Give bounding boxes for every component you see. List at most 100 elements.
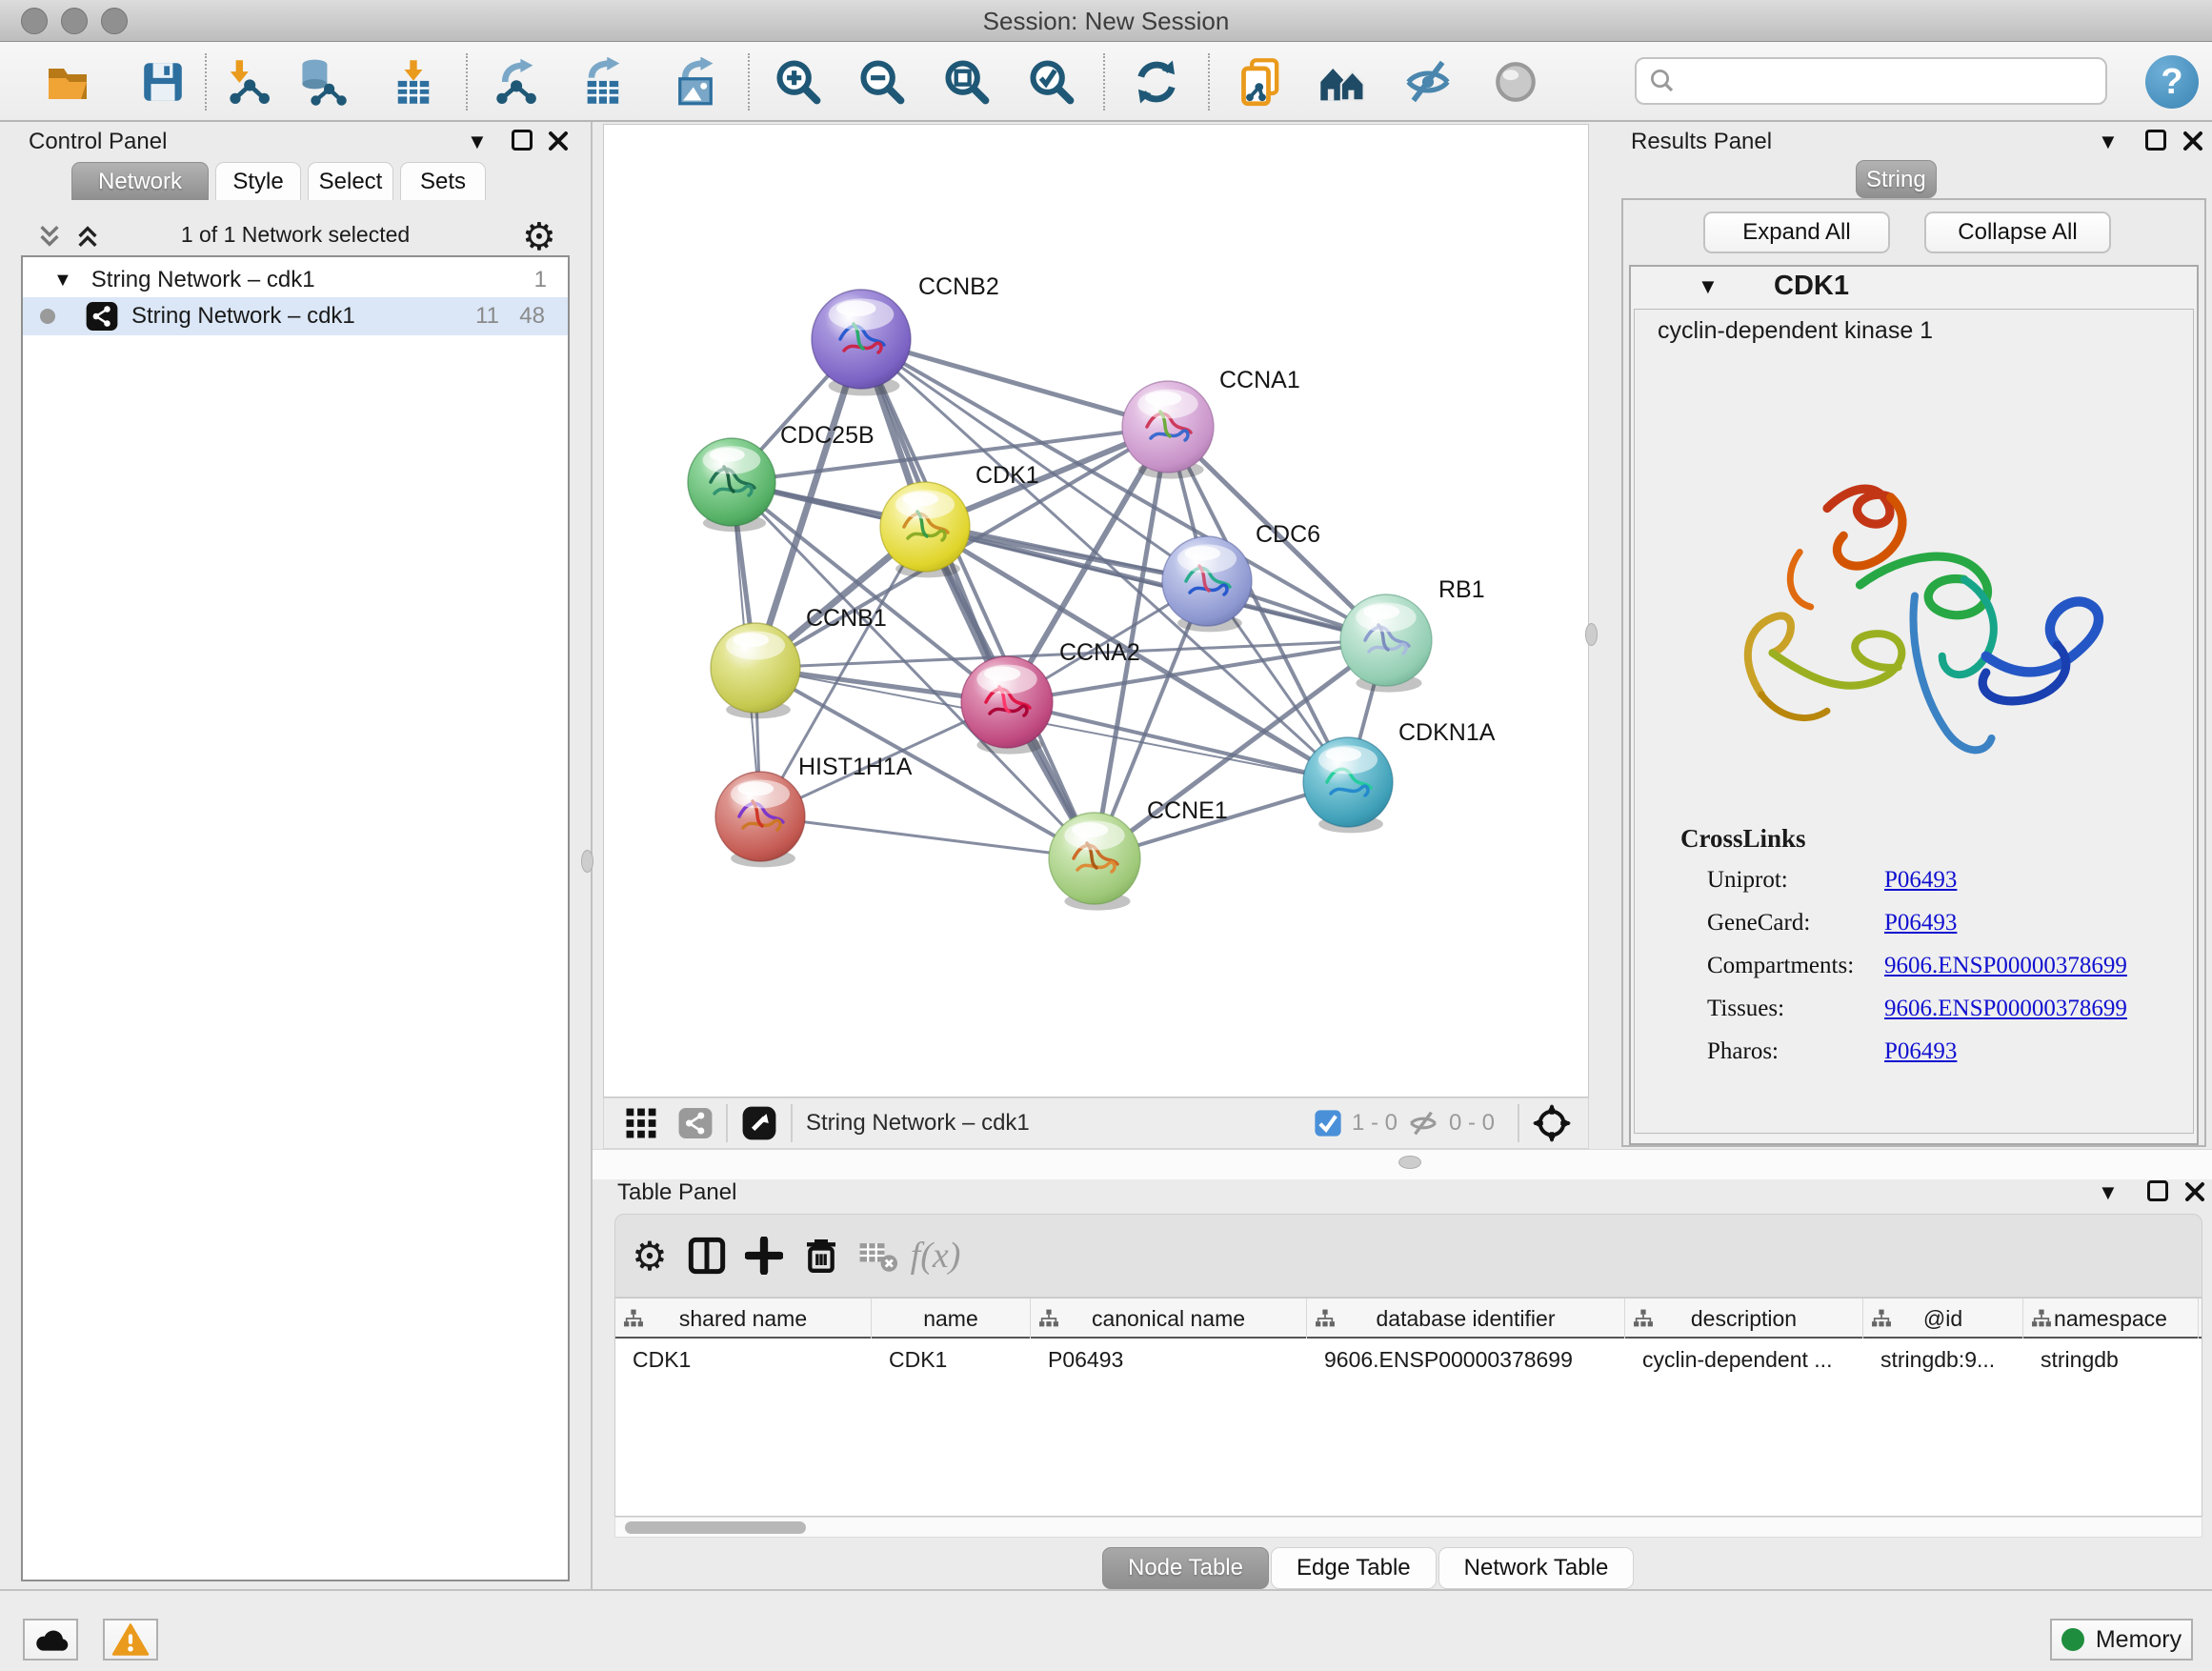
panel-menu-icon[interactable]: ▼ [2098, 1182, 2119, 1203]
network-share-icon [86, 302, 118, 331]
node-CDKN1A[interactable]: CDKN1A [1303, 719, 1496, 833]
close-panel-icon[interactable] [2182, 130, 2204, 152]
horizontal-splitter[interactable] [593, 1149, 2212, 1179]
export-network-icon [491, 57, 540, 107]
float-panel-icon[interactable] [2147, 1180, 2168, 1201]
network-collection-row[interactable]: ▼ String Network – cdk1 1 [23, 263, 568, 297]
crosslink-link[interactable]: P06493 [1884, 867, 1957, 894]
import-network-from-database-button[interactable] [294, 53, 350, 111]
tab-network[interactable]: Network [71, 162, 209, 200]
node-CDC6[interactable]: CDC6 [1162, 521, 1320, 632]
network-canvas[interactable]: CCNB2CCNA1CDC25BCDK1CDC6RB1CCNB1CCNA2CDK… [603, 124, 1589, 1097]
zoom-selected-button[interactable] [1024, 53, 1079, 111]
cloud-button[interactable] [23, 1619, 78, 1661]
column-header-namespace[interactable]: namespace [2023, 1299, 2199, 1339]
column-header-database-identifier[interactable]: database identifier [1307, 1299, 1625, 1339]
tab-select[interactable]: Select [308, 162, 393, 200]
crosslink-link[interactable]: P06493 [1884, 1038, 1957, 1065]
node-HIST1H1A[interactable]: HIST1H1A [715, 754, 913, 867]
column-header-name[interactable]: name [872, 1299, 1031, 1339]
export-image-button[interactable] [668, 53, 723, 111]
string-results-content: Expand All Collapse All ▼ CDK1 cyclin-de… [1621, 198, 2206, 1147]
search-input[interactable] [1677, 68, 2086, 94]
fit-content-button[interactable] [939, 53, 995, 111]
hide-selected-button[interactable] [1400, 53, 1456, 111]
tab-style[interactable]: Style [215, 162, 301, 200]
tab-edge-table[interactable]: Edge Table [1271, 1547, 1437, 1589]
expand-all-networks-icon[interactable] [74, 223, 101, 250]
hidden-eye-slash-icon[interactable] [1407, 1107, 1439, 1139]
create-column-icon[interactable] [741, 1233, 787, 1278]
delete-table-icon[interactable] [855, 1233, 901, 1278]
node-RB1[interactable]: RB1 [1340, 576, 1485, 693]
grid-view-icon[interactable] [625, 1107, 657, 1139]
export-table-button[interactable] [576, 53, 632, 111]
collection-expander-icon[interactable]: ▼ [53, 271, 72, 290]
tab-node-table[interactable]: Node Table [1102, 1547, 1269, 1589]
vertical-splitter-handle[interactable] [581, 850, 593, 873]
selected-checkbox-icon[interactable] [1314, 1109, 1342, 1137]
tab-string[interactable]: String [1856, 160, 1937, 198]
vertical-splitter-handle[interactable] [1585, 623, 1598, 646]
close-panel-icon[interactable] [2183, 1180, 2206, 1203]
detach-view-icon[interactable] [741, 1105, 777, 1141]
node-gloss-small [1363, 605, 1399, 619]
birdseye-navigator-icon[interactable] [1533, 1104, 1571, 1142]
control-panel-tabs: NetworkStyleSelectSets [71, 162, 486, 200]
panel-menu-icon[interactable]: ▼ [2098, 131, 2119, 152]
crosslink-link[interactable]: P06493 [1884, 910, 1957, 936]
edge-count: 48 [519, 303, 545, 330]
table-options-gear-icon[interactable]: ⚙ [627, 1233, 673, 1278]
edges[interactable] [732, 339, 1386, 858]
close-panel-icon[interactable] [547, 130, 570, 152]
network-share-view-icon[interactable] [678, 1108, 713, 1138]
gene-expander-icon[interactable]: ▼ [1698, 276, 1719, 297]
edge-CCNB2-CCNE1[interactable] [861, 339, 1095, 858]
import-network-button[interactable] [220, 53, 275, 111]
tab-network-table[interactable]: Network Table [1438, 1547, 1635, 1589]
column-header-shared-name[interactable]: shared name [615, 1299, 872, 1339]
node-CCNB2[interactable]: CCNB2 [812, 273, 999, 395]
horizontal-scrollbar[interactable] [614, 1517, 2202, 1538]
show-all-button[interactable] [1488, 53, 1543, 111]
hierarchy-icon [1871, 1308, 1892, 1329]
save-session-button[interactable] [135, 53, 191, 111]
refresh-button[interactable] [1129, 53, 1184, 111]
nodes[interactable]: CCNB2CCNA1CDC25BCDK1CDC6RB1CCNB1CCNA2CDK… [688, 273, 1496, 911]
crosslink-link[interactable]: 9606.ENSP00000378699 [1884, 953, 2127, 979]
expand-all-button[interactable]: Expand All [1703, 211, 1890, 253]
collapse-all-button[interactable]: Collapse All [1924, 211, 2111, 253]
import-table-button[interactable] [386, 53, 441, 111]
memory-button[interactable]: Memory [2050, 1619, 2193, 1661]
panel-menu-icon[interactable]: ▼ [467, 131, 488, 152]
network-options-gear-icon[interactable]: ⚙ [522, 215, 556, 259]
node-CCNA1[interactable]: CCNA1 [1122, 367, 1300, 479]
float-panel-icon[interactable] [2145, 130, 2166, 151]
open-session-button[interactable] [40, 53, 95, 111]
column-header--id[interactable]: @id [1863, 1299, 2023, 1339]
delete-column-icon[interactable] [798, 1233, 844, 1278]
warnings-button[interactable] [103, 1619, 158, 1661]
edge-HIST1H1A-CCNE1[interactable] [760, 816, 1095, 858]
function-builder-icon[interactable]: f(x) [913, 1233, 958, 1278]
search-field[interactable] [1635, 57, 2107, 105]
zoom-out-button[interactable] [855, 53, 910, 111]
tab-sets[interactable]: Sets [400, 162, 486, 200]
collapse-all-networks-icon[interactable] [36, 223, 63, 250]
import-string-network-button[interactable] [1235, 53, 1290, 111]
float-panel-icon[interactable] [512, 130, 533, 151]
scrollbar-thumb[interactable] [625, 1521, 806, 1534]
column-header-description[interactable]: description [1625, 1299, 1863, 1339]
network-row[interactable]: String Network – cdk1 11 48 [23, 297, 568, 335]
show-columns-icon[interactable] [684, 1233, 730, 1278]
home-button[interactable] [1316, 53, 1371, 111]
help-button[interactable]: ? [2145, 55, 2199, 109]
zoom-in-button[interactable] [771, 53, 826, 111]
export-network-button[interactable] [488, 53, 543, 111]
string-network-graph[interactable]: CCNB2CCNA1CDC25BCDK1CDC6RB1CCNB1CCNA2CDK… [604, 125, 1590, 1098]
table-row[interactable]: CDK1CDK1P064939606.ENSP00000378699cyclin… [615, 1339, 2202, 1380]
column-header-canonical-name[interactable]: canonical name [1031, 1299, 1307, 1339]
crosslink-link[interactable]: 9606.ENSP00000378699 [1884, 996, 2127, 1022]
horizontal-splitter-handle[interactable] [1398, 1156, 1421, 1169]
edge-CCNA2-CDKN1A[interactable] [1007, 702, 1348, 782]
